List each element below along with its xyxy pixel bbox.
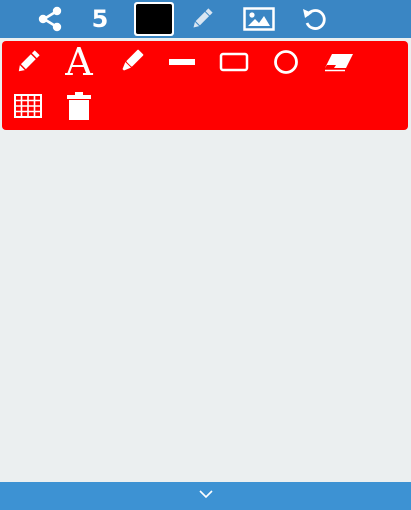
stroke-width-value: 5	[91, 5, 109, 33]
bottom-bar	[0, 482, 411, 510]
pencil-icon[interactable]	[8, 42, 48, 82]
top-toolbar: 5	[0, 0, 411, 38]
stroke-width-button[interactable]: 5	[88, 0, 112, 38]
grid-icon[interactable]	[8, 86, 48, 126]
image-icon[interactable]	[243, 0, 275, 38]
current-color-swatch	[136, 4, 172, 34]
undo-icon[interactable]	[300, 0, 330, 38]
tool-palette: A	[2, 41, 408, 130]
chevron-down-icon[interactable]	[198, 487, 214, 505]
rectangle-icon[interactable]	[214, 42, 254, 82]
pencil-icon[interactable]	[188, 0, 216, 38]
eraser-icon[interactable]	[319, 42, 359, 82]
text-tool-label: A	[65, 40, 93, 84]
drawing-canvas[interactable]	[0, 133, 411, 482]
text-tool[interactable]: A	[59, 42, 99, 82]
circle-icon[interactable]	[266, 42, 306, 82]
share-icon[interactable]	[36, 0, 64, 38]
line-icon[interactable]	[162, 42, 202, 82]
trash-icon[interactable]	[59, 86, 99, 126]
marker-icon[interactable]	[111, 42, 151, 82]
color-picker-button[interactable]	[134, 2, 174, 36]
